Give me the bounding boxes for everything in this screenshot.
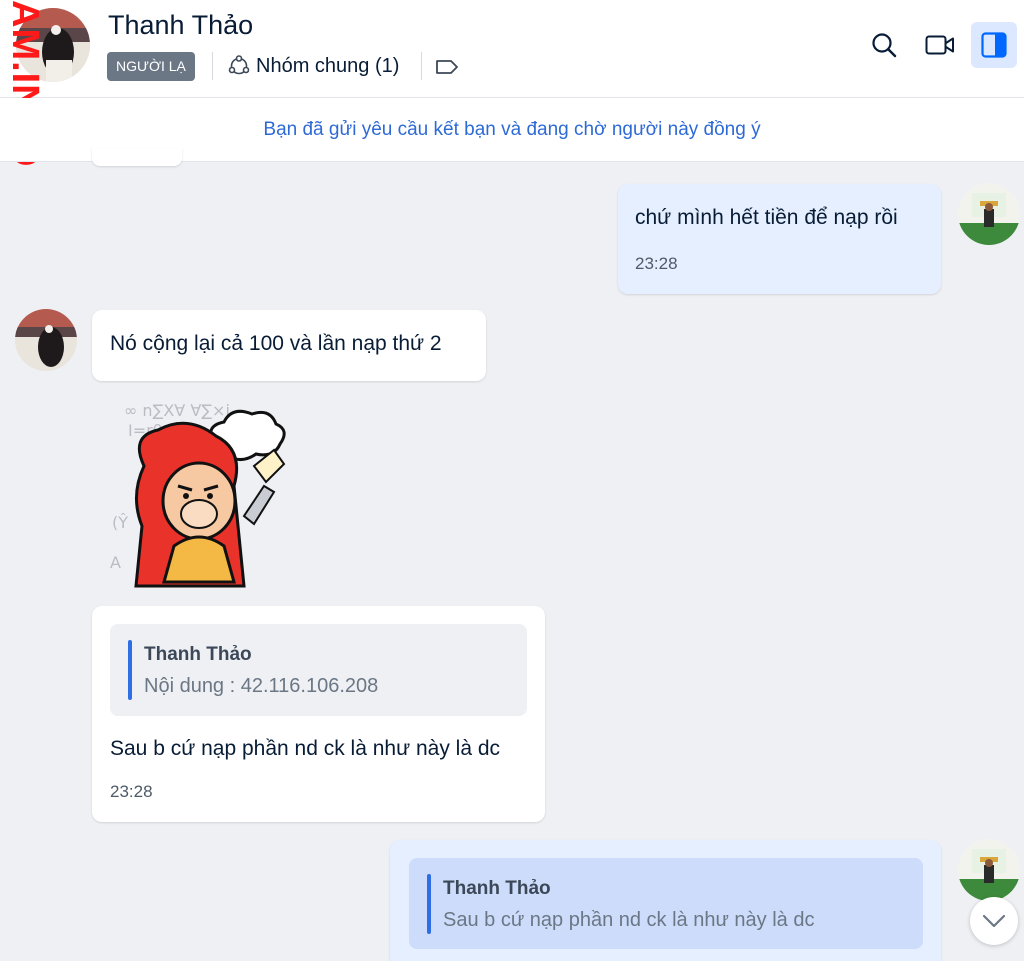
sidebar-panel-icon	[981, 32, 1007, 58]
video-camera-icon	[925, 35, 954, 55]
quote-bar	[128, 640, 132, 700]
quoted-message[interactable]: Thanh Thảo Nội dung : 42.116.106.208	[110, 624, 527, 716]
stranger-badge: NGƯỜI LẠ	[107, 52, 195, 81]
contact-avatar-small[interactable]	[15, 309, 77, 371]
svg-text:(Ŷ: (Ŷ	[112, 513, 128, 532]
common-groups-label: Nhóm chung (1)	[256, 54, 400, 77]
contact-avatar-image	[15, 309, 77, 371]
conversation-info-toggle[interactable]	[971, 22, 1017, 68]
my-avatar[interactable]	[958, 839, 1020, 901]
quoted-text: Nội dung : 42.116.106.208	[144, 675, 379, 697]
group-icon	[228, 55, 250, 75]
my-avatar-image	[958, 839, 1020, 901]
chat-header: AM.INFO Thanh Thảo NGƯỜI LẠ Nhóm chung (…	[0, 0, 1024, 167]
message-text: Sau b cứ nạp phần nd ck là như này là dc	[110, 737, 501, 760]
tag-label-icon[interactable]	[434, 56, 460, 78]
message-time: 23:28	[635, 254, 678, 273]
quoted-sender: Thanh Thảo	[443, 878, 551, 899]
message-bubble-outgoing[interactable]: chứ mình hết tiền để nạp rồi 23:28	[618, 184, 941, 294]
header-divider	[212, 52, 213, 80]
quoted-sender: Thanh Thảo	[144, 644, 252, 665]
quoted-text: Sau b cứ nạp phần nd ck là như này là dc	[443, 909, 815, 931]
chevron-down-icon	[982, 914, 1006, 928]
watermark-text: AM.INFO	[4, 0, 46, 168]
message-bubble-incoming[interactable]: Thanh Thảo Nội dung : 42.116.106.208 Sau…	[92, 606, 545, 822]
scroll-to-bottom-button[interactable]	[970, 897, 1018, 945]
my-avatar[interactable]	[958, 183, 1020, 245]
search-icon	[872, 33, 897, 58]
header-divider	[421, 52, 422, 80]
message-bubble-outgoing[interactable]: Thanh Thảo Sau b cứ nạp phần nd ck là nh…	[390, 840, 941, 961]
message-bubble-incoming[interactable]: Nó cộng lại cả 100 và lần nạp thứ 2	[92, 310, 486, 381]
thinking-monkey-sticker[interactable]: ∞ n∑X∀ ∀∑×i I=rθ.S= (Ŷ A	[104, 396, 300, 592]
previous-message-edge	[92, 148, 182, 166]
sticker-image: ∞ n∑X∀ ∀∑×i I=rθ.S= (Ŷ A	[110, 401, 286, 588]
search-button[interactable]	[861, 22, 907, 68]
quote-bar	[427, 874, 431, 934]
quoted-message[interactable]: Thanh Thảo Sau b cứ nạp phần nd ck là nh…	[409, 858, 923, 949]
svg-text:A: A	[110, 553, 121, 572]
message-text: chứ mình hết tiền để nạp rồi	[635, 206, 898, 229]
my-avatar-image	[958, 183, 1020, 245]
common-groups-link[interactable]: Nhóm chung (1)	[228, 52, 399, 80]
video-call-button[interactable]	[917, 22, 963, 68]
message-text: Nó cộng lại cả 100 và lần nạp thứ 2	[110, 332, 442, 355]
message-time: 23:28	[110, 782, 153, 801]
svg-text:∞ n∑X∀ ∀∑×i: ∞ n∑X∀ ∀∑×i	[124, 401, 230, 420]
contact-name[interactable]: Thanh Thảo	[108, 10, 253, 41]
